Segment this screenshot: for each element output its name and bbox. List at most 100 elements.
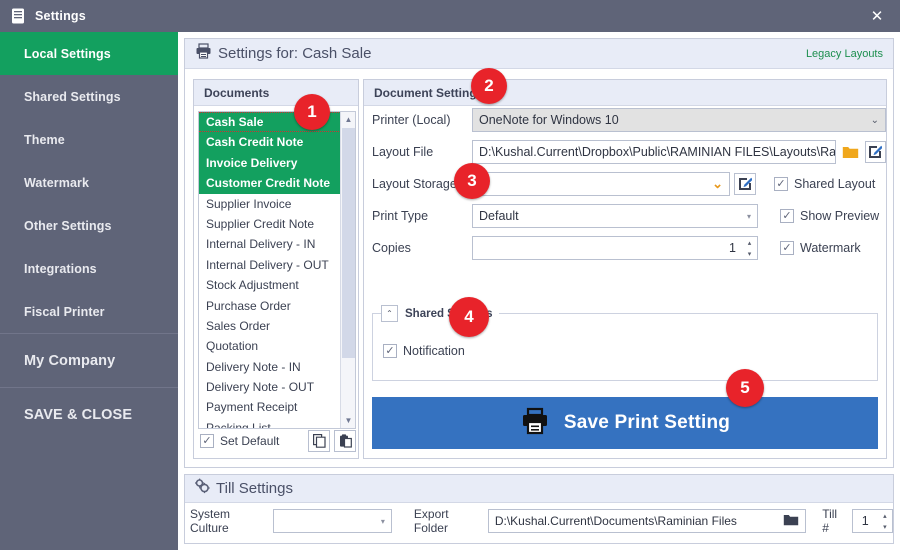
- edit-pencil-icon[interactable]: [864, 141, 886, 163]
- scrollbar-thumb[interactable]: [342, 128, 355, 358]
- stepper-up-icon[interactable]: ▴: [878, 510, 892, 521]
- sidebar-item-label: Integrations: [24, 261, 97, 276]
- documents-scrollbar[interactable]: ▲ ▼: [340, 112, 355, 428]
- printer-value: OneNote for Windows 10: [479, 113, 619, 127]
- document-list-item[interactable]: Supplier Credit Note: [199, 214, 341, 234]
- stepper-down-icon[interactable]: ▾: [878, 521, 892, 532]
- document-settings-body: Printer (Local) OneNote for Windows 10 ⌄…: [364, 107, 886, 449]
- stepper-up-icon[interactable]: ▴: [742, 237, 757, 248]
- settings-card-header: Settings for: Cash Sale Legacy Layouts: [185, 39, 893, 69]
- sidebar-item-other-settings[interactable]: Other Settings: [0, 204, 178, 247]
- collapse-chevron-up-icon[interactable]: ⌃: [381, 305, 398, 322]
- scroll-down-icon[interactable]: ▼: [341, 413, 355, 428]
- export-folder-value: D:\Kushal.Current\Documents\Raminian Fil…: [494, 514, 737, 528]
- sidebar-item-watermark[interactable]: Watermark: [0, 161, 178, 204]
- sidebar-item-fiscal-printer[interactable]: Fiscal Printer: [0, 290, 178, 333]
- documents-list-container: Cash Sale Cash Credit Note Invoice Deliver…: [198, 111, 356, 429]
- sidebar-item-local-settings[interactable]: Local Settings: [0, 32, 178, 75]
- document-list-item[interactable]: Supplier Invoice: [199, 194, 341, 214]
- gears-icon: [194, 478, 210, 499]
- folder-icon[interactable]: [840, 141, 861, 163]
- document-list-item[interactable]: Stock Adjustment: [199, 275, 341, 295]
- document-list-item[interactable]: Purchase Order: [199, 296, 341, 316]
- export-folder-input[interactable]: D:\Kushal.Current\Documents\Raminian Fil…: [487, 509, 807, 533]
- window-title: Settings: [35, 9, 86, 23]
- chevron-down-icon: ▾: [746, 211, 751, 221]
- sidebar-item-my-company[interactable]: My Company: [0, 334, 178, 387]
- chevron-down-icon: ▾: [380, 516, 385, 526]
- document-list-item[interactable]: Invoice Delivery: [199, 152, 341, 174]
- sidebar-item-label: Local Settings: [24, 46, 111, 61]
- checkbox-box: ✓: [200, 434, 214, 448]
- sidebar-item-save-and-close[interactable]: SAVE & CLOSE: [0, 388, 178, 441]
- printer-icon: [195, 43, 212, 64]
- sidebar-item-label: My Company: [24, 352, 116, 369]
- printer-select[interactable]: OneNote for Windows 10 ⌄: [472, 108, 886, 132]
- documents-panel-footer: ✓ Set Default: [198, 429, 356, 453]
- till-number-stepper[interactable]: ▴ ▾: [877, 509, 893, 533]
- edit-pencil-icon[interactable]: [734, 173, 756, 195]
- notification-checkbox[interactable]: ✓ Notification: [383, 344, 877, 358]
- layout-file-label: Layout File: [372, 145, 434, 159]
- sidebar-item-label: Theme: [24, 132, 65, 147]
- document-list-item[interactable]: Sales Order: [199, 316, 341, 336]
- step-badge-5: 5: [726, 369, 764, 407]
- close-icon[interactable]: ✕: [854, 0, 900, 32]
- print-type-select[interactable]: Default ▾: [472, 204, 758, 228]
- document-list-item[interactable]: Cash Credit Note: [199, 132, 341, 153]
- page-title: Settings for: Cash Sale: [218, 45, 372, 62]
- sidebar-item-label: Watermark: [24, 175, 90, 190]
- checkbox-box: ✓: [383, 344, 397, 358]
- copies-input[interactable]: 1: [472, 236, 742, 260]
- till-number-input[interactable]: 1: [851, 509, 878, 533]
- document-list-item[interactable]: Packing List: [199, 418, 341, 428]
- folder-icon[interactable]: [783, 513, 799, 529]
- sidebar-item-shared-settings[interactable]: Shared Settings: [0, 75, 178, 118]
- layout-file-row: Layout File D:\Kushal.Current\Dropbox\Pu…: [364, 139, 886, 165]
- system-culture-select[interactable]: ▾: [273, 509, 392, 533]
- save-print-setting-button[interactable]: Save Print Setting: [372, 397, 878, 449]
- document-list-item[interactable]: Customer Credit Note: [199, 173, 341, 194]
- layout-storage-row: Layout Storage ⌄ ✓ Shared Layout: [364, 171, 886, 197]
- sidebar-item-label: Fiscal Printer: [24, 304, 105, 319]
- layout-file-input[interactable]: D:\Kushal.Current\Dropbox\Public\RAMINIA…: [472, 140, 837, 164]
- document-settings-panel: Document Settings Printer (Local) OneNot…: [363, 79, 887, 459]
- copy-icon[interactable]: [308, 430, 330, 452]
- content-area: Settings for: Cash Sale Legacy Layouts D…: [178, 32, 900, 550]
- printer-label: Printer (Local): [372, 113, 451, 127]
- show-preview-label: Show Preview: [800, 209, 880, 223]
- print-type-row: Print Type Default ▾ ✓ Show Preview: [364, 203, 886, 229]
- shared-settings-group: ⌃ Shared Settings ✓ Notification: [372, 305, 878, 381]
- sidebar-item-label: Shared Settings: [24, 89, 121, 104]
- shared-layout-label: Shared Layout: [794, 177, 876, 191]
- set-default-checkbox[interactable]: ✓ Set Default: [200, 434, 279, 448]
- document-list-item[interactable]: Quotation: [199, 336, 341, 356]
- till-settings-card: Till Settings System Culture ▾ Export Fo…: [184, 474, 894, 544]
- document-list-item[interactable]: Payment Receipt: [199, 397, 341, 417]
- watermark-label: Watermark: [800, 241, 861, 255]
- printer-icon: [520, 406, 550, 441]
- stepper-down-icon[interactable]: ▾: [742, 248, 757, 259]
- shared-layout-checkbox[interactable]: ✓ Shared Layout: [774, 177, 875, 191]
- copies-stepper[interactable]: ▴ ▾: [742, 236, 758, 260]
- document-list-item[interactable]: Delivery Note - IN: [199, 357, 341, 377]
- scroll-up-icon[interactable]: ▲: [341, 112, 355, 127]
- legacy-layouts-link[interactable]: Legacy Layouts: [806, 48, 883, 60]
- document-list-item[interactable]: Internal Delivery - OUT: [199, 255, 341, 275]
- document-list-item[interactable]: Delivery Note - OUT: [199, 377, 341, 397]
- step-badge-2: 2: [471, 68, 507, 104]
- sidebar-item-theme[interactable]: Theme: [0, 118, 178, 161]
- show-preview-checkbox[interactable]: ✓ Show Preview: [780, 209, 879, 223]
- layout-storage-select[interactable]: ⌄: [472, 172, 730, 196]
- document-list-item[interactable]: Internal Delivery - IN: [199, 234, 341, 254]
- document-settings-header: Document Settings: [364, 80, 886, 106]
- till-settings-title: Till Settings: [216, 480, 293, 497]
- paste-icon[interactable]: [334, 430, 356, 452]
- step-badge-1: 1: [294, 94, 330, 130]
- settings-card: Settings for: Cash Sale Legacy Layouts D…: [184, 38, 894, 468]
- till-settings-row: System Culture ▾ Export Folder D:\Kushal…: [185, 503, 893, 539]
- sidebar-item-integrations[interactable]: Integrations: [0, 247, 178, 290]
- save-print-setting-label: Save Print Setting: [563, 412, 731, 433]
- watermark-checkbox[interactable]: ✓ Watermark: [780, 241, 861, 255]
- copies-row: Copies 1 ▴ ▾ ✓ Watermark: [364, 235, 886, 261]
